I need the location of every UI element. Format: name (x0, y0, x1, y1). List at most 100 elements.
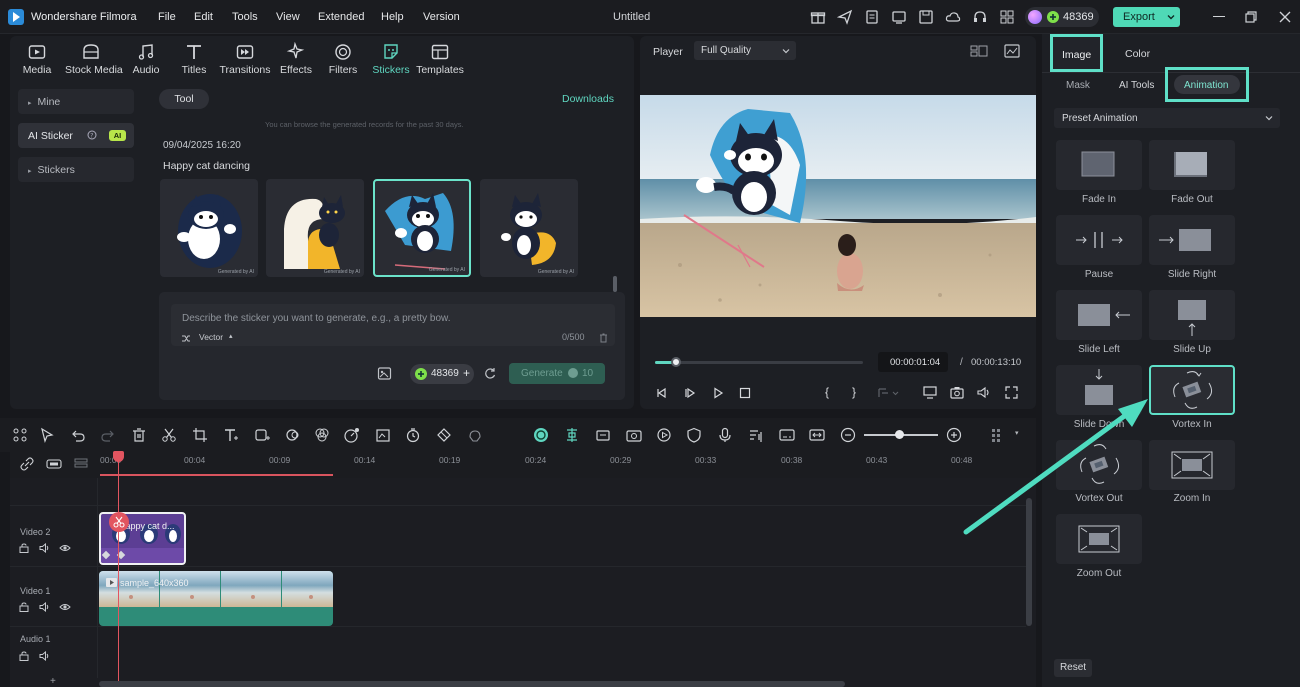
progress-knob[interactable] (670, 357, 681, 367)
gift-icon[interactable] (810, 9, 826, 25)
tab-effects[interactable]: Effects (270, 42, 322, 82)
zoom-slider-knob[interactable] (895, 430, 904, 439)
shape-tool-icon[interactable] (254, 427, 270, 443)
quality-select[interactable]: Full Quality (694, 41, 796, 60)
timer-icon[interactable] (405, 427, 421, 443)
snap-magnet-icon[interactable] (564, 427, 580, 443)
mark-in-icon[interactable]: { (825, 385, 829, 399)
eye-icon[interactable] (59, 544, 71, 552)
anim-zoom-in[interactable] (1149, 440, 1235, 490)
audio-stretch-icon[interactable] (595, 427, 611, 443)
zoom-out-icon[interactable] (840, 427, 856, 443)
play-frame-icon[interactable] (684, 387, 696, 399)
link-icon[interactable] (19, 457, 35, 471)
image-reference-icon[interactable] (377, 366, 393, 382)
menu-edit[interactable]: Edit (194, 11, 213, 23)
anim-fade-out[interactable] (1149, 140, 1235, 190)
keyframe-icon[interactable] (436, 427, 452, 443)
prompt-input[interactable]: Describe the sticker you want to generat… (171, 304, 615, 346)
subtitle-icon[interactable] (779, 427, 795, 443)
document-icon[interactable] (864, 9, 880, 25)
anim-pause[interactable] (1056, 215, 1142, 265)
fit-timeline-icon[interactable] (809, 427, 825, 443)
video-preview[interactable] (640, 95, 1036, 317)
monitor-icon[interactable] (891, 9, 907, 25)
previous-frame-icon[interactable] (656, 387, 668, 399)
tab-transitions[interactable]: Transitions (219, 42, 271, 82)
current-time-field[interactable]: 00:00:01:04 (878, 352, 948, 372)
text-to-speech-icon[interactable] (748, 427, 764, 443)
subtab-ai-tools[interactable]: AI Tools (1119, 80, 1154, 91)
redo-icon[interactable] (100, 427, 116, 443)
sticker-thumbnail[interactable]: Generated by AI (480, 179, 578, 277)
menu-version[interactable]: Version (423, 11, 460, 23)
mask-tool-icon[interactable] (285, 427, 301, 443)
insert-icon[interactable] (878, 387, 900, 399)
sticker-thumbnail[interactable]: Generated by AI (160, 179, 258, 277)
mark-out-icon[interactable]: } (852, 385, 856, 399)
shield-icon[interactable] (686, 427, 702, 443)
layout-grid-icon[interactable] (12, 427, 28, 443)
track-settings-icon[interactable] (46, 458, 62, 470)
tab-tool[interactable]: Tool (159, 89, 209, 109)
style-selector[interactable]: Vector (199, 332, 223, 342)
progress-track[interactable] (655, 357, 863, 367)
text-tool-icon[interactable] (223, 427, 239, 443)
color-match-icon[interactable] (314, 427, 330, 443)
speaker-icon[interactable] (39, 543, 50, 553)
sidebar-item-stickers[interactable]: ▸ Stickers (18, 157, 134, 182)
auto-ripple-icon[interactable] (533, 427, 549, 443)
tab-filters[interactable]: Filters (317, 42, 369, 82)
select-pointer-icon[interactable] (39, 427, 55, 443)
menu-extended[interactable]: Extended (318, 11, 364, 23)
menu-file[interactable]: File (158, 11, 176, 23)
scrollbar-thumb[interactable] (613, 276, 617, 292)
playhead-line[interactable] (118, 452, 119, 687)
horizontal-scrollbar[interactable] (99, 681, 845, 687)
ai-speed-icon[interactable] (344, 427, 360, 443)
grid-apps-icon[interactable] (999, 9, 1015, 25)
close-icon[interactable] (1279, 11, 1291, 23)
headset-icon[interactable] (972, 9, 988, 25)
display-icon[interactable] (923, 386, 937, 399)
minimize-icon[interactable] (1213, 16, 1225, 17)
subtab-mask[interactable]: Mask (1066, 80, 1090, 91)
credits-pill[interactable]: 48369 (1025, 7, 1099, 27)
split-scissors-icon[interactable] (109, 512, 129, 532)
tab-titles[interactable]: Titles (168, 42, 220, 82)
motion-tracking-icon[interactable] (467, 427, 483, 443)
sidebar-item-mine[interactable]: ▸ Mine (18, 89, 134, 114)
maximize-icon[interactable] (1245, 11, 1257, 23)
cloud-upload-icon[interactable] (945, 9, 961, 25)
microphone-icon[interactable] (717, 427, 733, 443)
anim-slide-up[interactable] (1149, 290, 1235, 340)
lock-icon[interactable] (19, 651, 29, 661)
play-icon[interactable] (712, 387, 724, 399)
reset-button[interactable]: Reset (1054, 659, 1092, 677)
crop-icon[interactable] (192, 427, 208, 443)
stop-icon[interactable] (739, 387, 751, 399)
sticker-thumbnail[interactable]: Generated by AI (266, 179, 364, 277)
play-circle-icon[interactable] (656, 427, 672, 443)
credits-balance-pill[interactable]: 48369 + (410, 364, 474, 384)
tab-stock-media[interactable]: Stock Media (65, 42, 123, 82)
tab-templates[interactable]: Templates (414, 42, 466, 82)
generate-button[interactable]: Generate 10 (509, 363, 605, 384)
menu-tools[interactable]: Tools (232, 11, 258, 23)
anim-vortex-in-selected[interactable] (1149, 365, 1235, 415)
export-button[interactable]: Export (1113, 7, 1180, 27)
anim-slide-left[interactable] (1056, 290, 1142, 340)
add-track-icon[interactable]: + (50, 676, 56, 687)
delete-icon[interactable] (131, 427, 147, 443)
sidebar-item-ai-sticker[interactable]: AI Sticker ? AI (18, 123, 134, 148)
render-preview-icon[interactable] (626, 427, 642, 443)
eye-icon[interactable] (59, 603, 71, 611)
tab-media[interactable]: Media (11, 42, 63, 82)
sticker-thumbnail-selected[interactable]: Generated by AI (373, 179, 471, 277)
lock-icon[interactable] (19, 543, 29, 553)
playhead-handle[interactable] (113, 451, 124, 462)
image-scope-icon[interactable] (1004, 44, 1020, 58)
anim-fade-in[interactable] (1056, 140, 1142, 190)
menu-help[interactable]: Help (381, 11, 404, 23)
speaker-icon[interactable] (39, 651, 50, 661)
